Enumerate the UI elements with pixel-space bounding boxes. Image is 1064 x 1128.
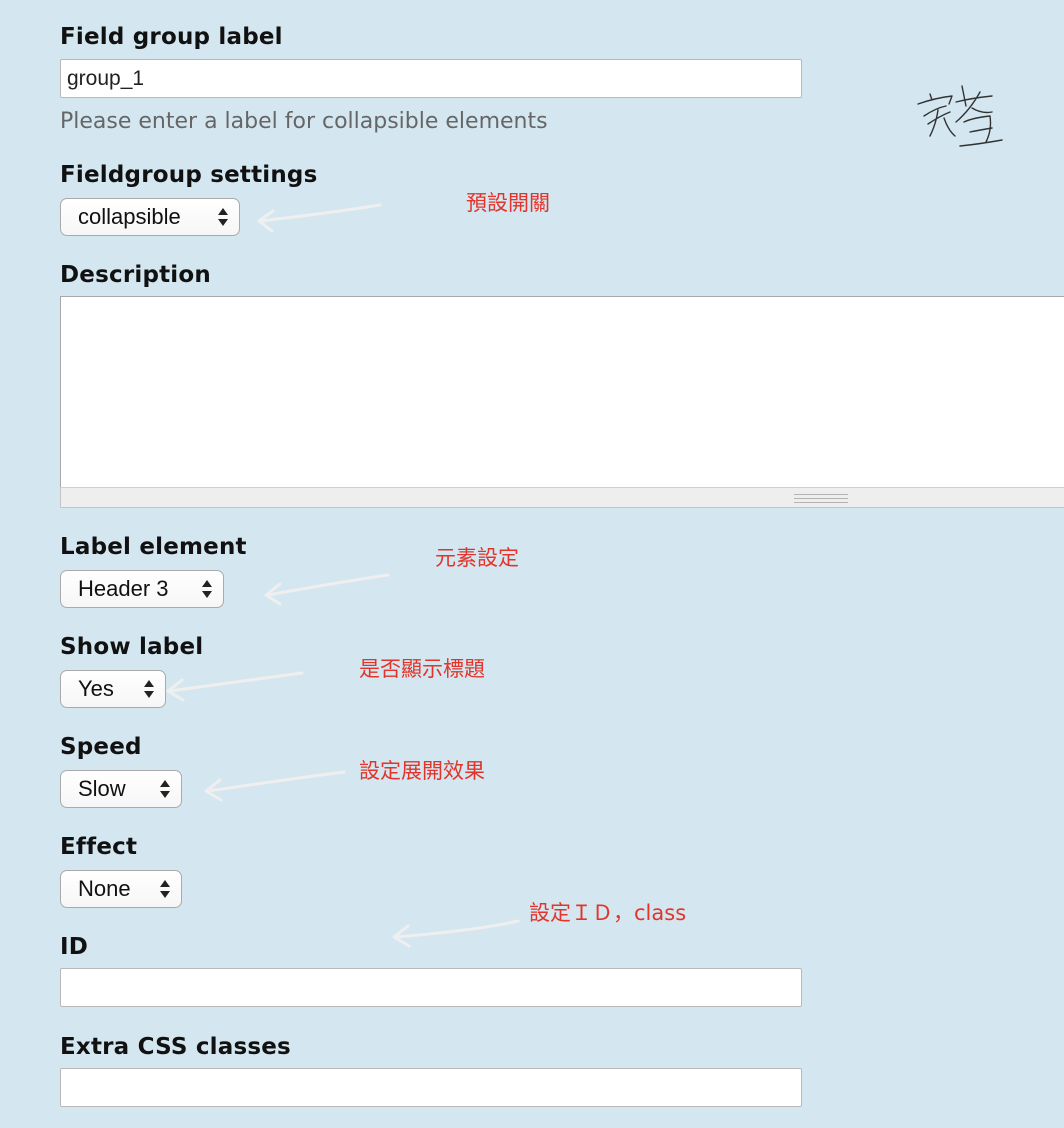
annotation-overlay: [166, 85, 1003, 948]
signature-icon: [917, 85, 1003, 147]
arrow-icon: [264, 573, 390, 606]
arrow-icon: [166, 671, 304, 702]
arrow-icon: [204, 770, 346, 802]
arrow-icon: [392, 919, 520, 948]
arrow-icon: [257, 203, 382, 233]
